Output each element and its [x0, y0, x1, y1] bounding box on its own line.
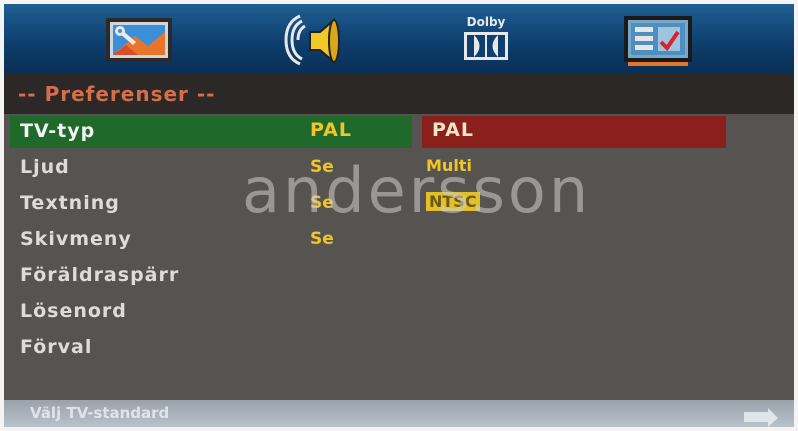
menu-item-label: Förval — [20, 336, 93, 358]
menu-item-label: Skivmeny — [20, 228, 132, 250]
audio-speaker-icon[interactable] — [272, 12, 352, 68]
menu-item-label: Ljud — [20, 156, 70, 178]
menu-item-label: Föräldraspärr — [20, 264, 180, 286]
menu-item-parental-lock[interactable]: Föräldraspärr — [10, 260, 412, 292]
dolby-label: Dolby — [467, 15, 506, 29]
menu-item-label: Textning — [20, 192, 120, 214]
help-bar: Välj TV-standard — [4, 400, 794, 427]
preferences-icon[interactable] — [618, 12, 698, 68]
menu-item-label: Lösenord — [20, 300, 127, 322]
menu-title-bar: -- Preferenser -- — [4, 74, 794, 114]
menu-item-value: Se — [310, 229, 334, 249]
osd-screen: Dolby -- Preferenser -- TV-typ PAL Ljud … — [4, 4, 794, 427]
menu-item-label: TV-typ — [20, 120, 96, 142]
menu-item-tv-type[interactable]: TV-typ PAL — [10, 116, 412, 148]
help-text: Välj TV-standard — [30, 404, 170, 422]
menu-item-default[interactable]: Förval — [10, 332, 412, 364]
page-title: -- Preferenser -- — [18, 82, 216, 106]
menu-item-disc-menu[interactable]: Skivmeny Se — [10, 224, 412, 256]
general-setup-icon[interactable] — [100, 12, 180, 68]
option-pal[interactable]: PAL — [422, 116, 726, 148]
option-label: PAL — [432, 119, 474, 141]
remote-arrow-icon — [744, 408, 778, 427]
watermark: andersson — [242, 154, 592, 227]
menu-item-password[interactable]: Lösenord — [10, 296, 412, 328]
menu-item-value: PAL — [310, 119, 352, 141]
setup-tab-bar: Dolby — [4, 4, 794, 74]
dolby-digital-icon[interactable]: Dolby — [446, 12, 526, 68]
